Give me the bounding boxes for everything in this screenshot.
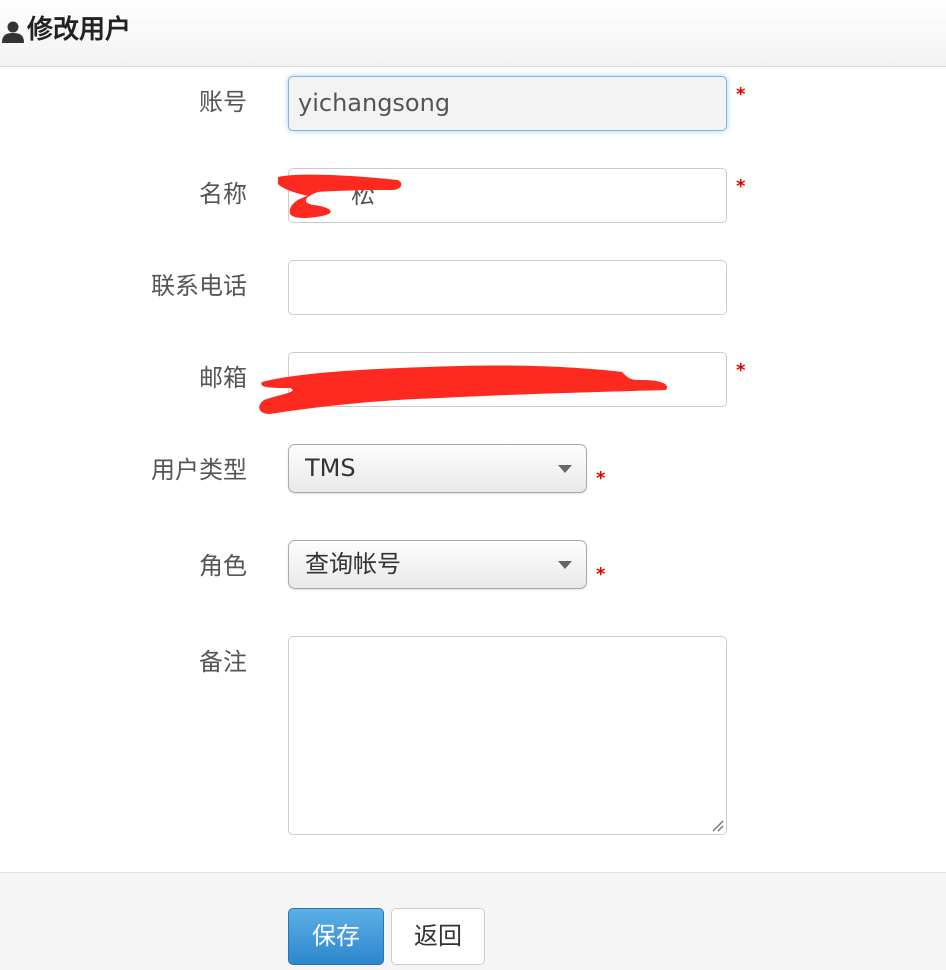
form-actions: 保存 返回 (0, 872, 946, 970)
back-button[interactable]: 返回 (391, 908, 485, 965)
save-button[interactable]: 保存 (288, 908, 384, 965)
redaction-overlay (259, 174, 667, 414)
